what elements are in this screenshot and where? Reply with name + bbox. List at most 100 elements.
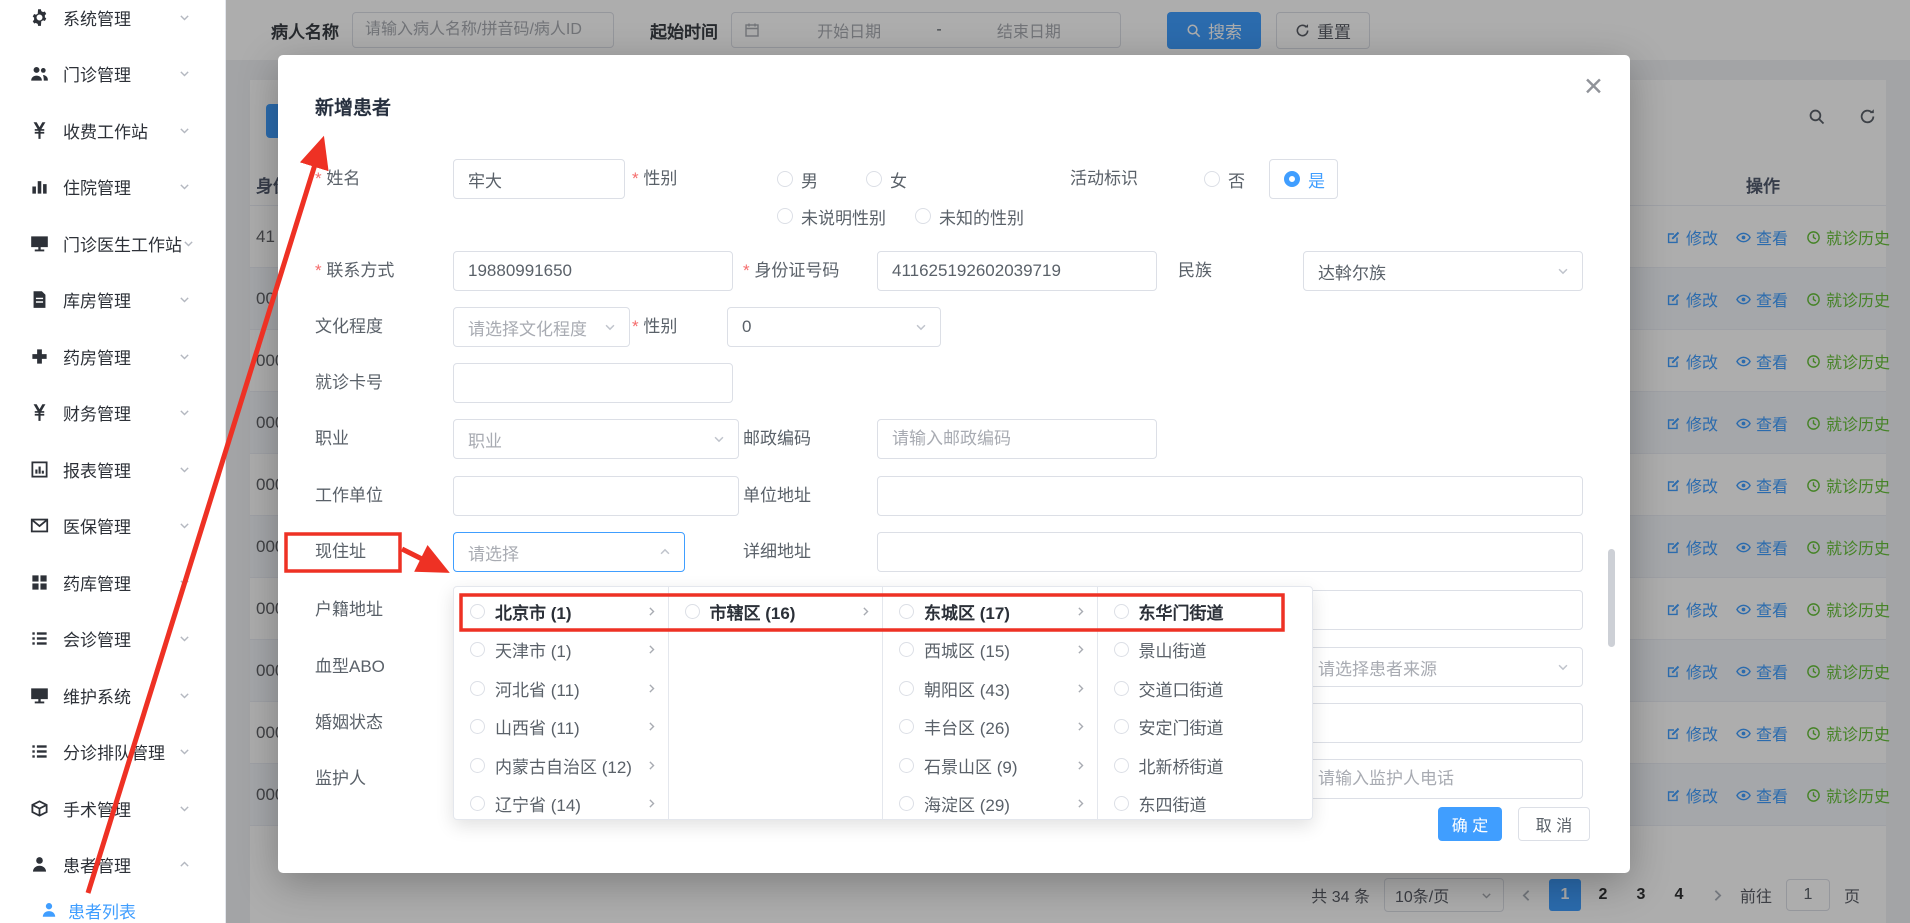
active-flag-option[interactable]: 是 xyxy=(1269,159,1338,199)
postal-input[interactable] xyxy=(877,419,1157,459)
yen-icon xyxy=(30,403,49,422)
cascader-option[interactable]: 市辖区 (16) xyxy=(669,592,883,631)
chevron-down-icon xyxy=(1556,264,1570,278)
ethnicity-select[interactable]: 达斡尔族 xyxy=(1303,251,1583,291)
sidebar-item-12[interactable]: 会诊管理 xyxy=(0,611,225,668)
chevron-right-icon xyxy=(1074,605,1087,618)
cascader-option-label: 东四街道 xyxy=(1139,791,1207,816)
radio-icon xyxy=(1114,796,1129,811)
plus-icon xyxy=(30,347,49,366)
sidebar-item-15[interactable]: 手术管理 xyxy=(0,780,225,837)
education-label: 文化程度 xyxy=(315,307,383,347)
chevron-down-icon xyxy=(178,124,205,137)
sidebar-item-label: 门诊管理 xyxy=(63,61,131,86)
guardian-phone-input[interactable] xyxy=(1303,759,1583,799)
chevron-down-icon xyxy=(178,350,205,363)
blood-type-label: 血型ABO xyxy=(315,647,385,687)
cascader-option[interactable]: 内蒙古自治区 (12) xyxy=(454,746,668,785)
chevron-right-icon xyxy=(645,682,658,695)
work-address-input[interactable] xyxy=(877,476,1583,516)
sidebar-item-13[interactable]: 维护系统 xyxy=(0,667,225,724)
gender2-select[interactable]: 0 xyxy=(727,307,941,347)
cascader-option[interactable]: 东华门街道 xyxy=(1098,592,1313,631)
gender-option[interactable]: 男 xyxy=(777,159,818,199)
cascader-option[interactable]: 天津市 (1) xyxy=(454,631,668,670)
contact-input[interactable] xyxy=(453,251,733,291)
cascader-option-label: 交道口街道 xyxy=(1139,676,1224,701)
cascader-option[interactable]: 东四街道 xyxy=(1098,785,1313,820)
confirm-button[interactable]: 确 定 xyxy=(1438,807,1502,841)
chart-icon xyxy=(30,177,49,196)
chevron-down-icon xyxy=(178,689,191,702)
radio-icon xyxy=(899,796,914,811)
cascader-option[interactable]: 景山街道 xyxy=(1098,631,1313,670)
cascader-option[interactable]: 山西省 (11) xyxy=(454,708,668,747)
marital-right-input[interactable] xyxy=(1303,703,1583,743)
modal-scrollbar[interactable] xyxy=(1608,549,1615,647)
monitor-icon xyxy=(30,234,49,253)
sidebar-item-3[interactable]: 收费工作站 xyxy=(0,102,225,159)
cascader-option-label: 市辖区 (16) xyxy=(710,599,796,624)
sidebar-item-16[interactable]: 患者管理 xyxy=(0,837,225,894)
cascader-option[interactable]: 丰台区 (26) xyxy=(883,708,1097,747)
sidebar-item-label: 药库管理 xyxy=(63,570,131,595)
sidebar-item-patient-list[interactable]: 患者列表 xyxy=(0,893,225,923)
sidebar-item-2[interactable]: 门诊管理 xyxy=(0,46,225,103)
education-select[interactable]: 请选择文化程度 xyxy=(453,307,630,347)
sidebar-item-9[interactable]: 报表管理 xyxy=(0,441,225,498)
sidebar-item-1[interactable]: 系统管理 xyxy=(0,0,225,46)
radio-icon xyxy=(1114,681,1129,696)
chevron-right-icon xyxy=(645,720,658,733)
cascader-option[interactable]: 辽宁省 (14) xyxy=(454,785,668,820)
gender-option[interactable]: 未说明性别 xyxy=(777,196,886,236)
chevron-up-icon xyxy=(658,545,672,559)
cascader-column-2: 市辖区 (16) xyxy=(669,587,884,819)
sidebar-item-11[interactable]: 药库管理 xyxy=(0,554,225,611)
cascader-option[interactable]: 海淀区 (29) xyxy=(883,785,1097,820)
occupation-label: 职业 xyxy=(315,419,349,459)
cascader-option[interactable]: 安定门街道 xyxy=(1098,708,1313,747)
cascader-option[interactable]: 交道口街道 xyxy=(1098,669,1313,708)
chevron-down-icon xyxy=(1556,660,1570,674)
chevron-down-icon xyxy=(178,67,205,80)
cascader-option[interactable]: 河北省 (11) xyxy=(454,669,668,708)
sidebar-item-5[interactable]: 门诊医生工作站 xyxy=(0,215,225,272)
patient-source-select[interactable]: 请选择患者来源 xyxy=(1303,647,1583,687)
card-number-input[interactable] xyxy=(453,363,733,403)
chevron-right-icon xyxy=(645,797,658,810)
name-input[interactable] xyxy=(453,159,625,199)
mail-icon xyxy=(30,516,49,535)
cascader-option[interactable]: 朝阳区 (43) xyxy=(883,669,1097,708)
active-flag-option[interactable]: 否 xyxy=(1204,159,1245,199)
gender-option[interactable]: 未知的性别 xyxy=(915,196,1024,236)
chevron-right-icon xyxy=(645,605,658,618)
chevron-down-icon xyxy=(178,519,191,532)
cancel-button[interactable]: 取 消 xyxy=(1518,807,1590,841)
sidebar-item-8[interactable]: 财务管理 xyxy=(0,385,225,442)
education-placeholder: 请选择文化程度 xyxy=(468,315,603,340)
chevron-down-icon xyxy=(1556,264,1570,278)
cascader-option[interactable]: 石景山区 (9) xyxy=(883,746,1097,785)
sidebar-item-14[interactable]: 分诊排队管理 xyxy=(0,724,225,781)
radio-icon xyxy=(899,604,914,619)
cascader-option[interactable]: 北京市 (1) xyxy=(454,592,668,631)
sidebar-item-label: 维护系统 xyxy=(63,683,131,708)
sidebar-item-6[interactable]: 库房管理 xyxy=(0,272,225,329)
work-unit-input[interactable] xyxy=(453,476,739,516)
detail-address-label: 详细地址 xyxy=(743,532,811,572)
close-icon[interactable]: ✕ xyxy=(1583,75,1604,100)
sidebar-item-4[interactable]: 住院管理 xyxy=(0,159,225,216)
gender-option[interactable]: 女 xyxy=(866,159,907,199)
cascader-option[interactable]: 东城区 (17) xyxy=(883,592,1097,631)
chevron-right-icon xyxy=(1074,643,1087,656)
cascader-option-label: 山西省 (11) xyxy=(495,714,580,739)
radio-icon xyxy=(899,758,914,773)
occupation-select[interactable]: 职业 xyxy=(453,419,739,459)
cascader-option[interactable]: 北新桥街道 xyxy=(1098,746,1313,785)
sidebar-item-10[interactable]: 医保管理 xyxy=(0,498,225,555)
current-address-select[interactable]: 请选择 xyxy=(453,532,685,572)
cascader-option[interactable]: 西城区 (15) xyxy=(883,631,1097,670)
id-number-input[interactable] xyxy=(877,251,1157,291)
sidebar-item-7[interactable]: 药房管理 xyxy=(0,328,225,385)
detail-address-input[interactable] xyxy=(877,532,1583,572)
